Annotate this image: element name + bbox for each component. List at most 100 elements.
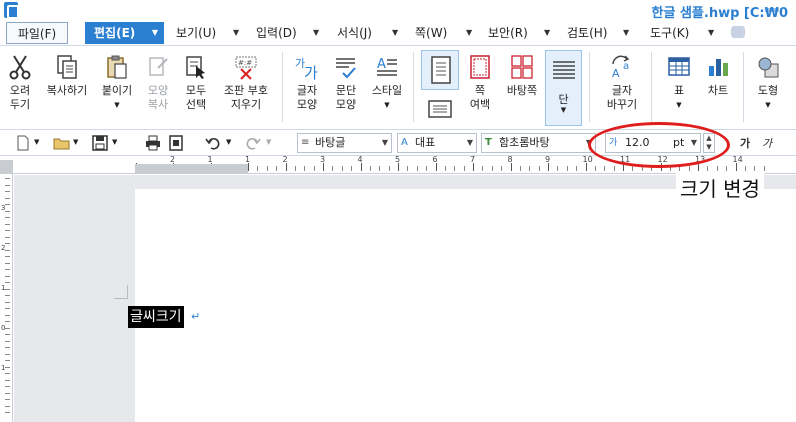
hwp-logo-icon[interactable] [4, 2, 19, 19]
ruler-tick [5, 334, 10, 335]
menu-view[interactable]: 보기(U) [176, 22, 216, 44]
select-all-button[interactable]: 모두 선택 [178, 50, 214, 126]
ruler-tick [473, 163, 474, 171]
chevron-down-icon[interactable]: ▼ [313, 22, 319, 44]
chevron-down-icon[interactable]: ▼ [73, 138, 78, 146]
ruler-tick [5, 412, 10, 413]
menu-format[interactable]: 서식(J) [337, 22, 372, 44]
ruler-tick [435, 163, 437, 171]
menu-tools[interactable]: 도구(K) [650, 22, 689, 44]
page-margin-label-2: 여백 [469, 98, 491, 111]
menu-review[interactable]: 검토(H) [567, 22, 607, 44]
ruler-tick [5, 275, 10, 277]
ruler-tick [426, 166, 428, 171]
menu-input[interactable]: 입력(D) [256, 22, 297, 44]
chevron-down-icon[interactable]: ▼ [750, 98, 786, 112]
document-area[interactable]: 글씨크기 ↵ [14, 175, 796, 422]
chevron-down-icon[interactable]: ▼ [661, 98, 697, 112]
chevron-down-icon[interactable]: ▼ [544, 22, 550, 44]
ruler-tick [5, 308, 10, 309]
ribbon-divider [743, 52, 744, 122]
menu-file[interactable]: 파일(F) [6, 22, 68, 44]
ruler-tick [5, 386, 10, 387]
shape-button[interactable]: 도형 ▼ [750, 50, 786, 126]
ruler-left-margin [135, 164, 248, 174]
erase-codes-label-2: 지우기 [230, 98, 262, 111]
landscape-page-icon [428, 100, 452, 118]
cut-button[interactable]: 오려 두기 [2, 50, 38, 126]
char-shape-button[interactable]: 가 가 글자 모양 [288, 50, 326, 126]
ribbon-toggle-icon[interactable] [731, 26, 745, 38]
menu-edit[interactable]: 편집(E) ▼ [85, 22, 164, 44]
ruler-tick [266, 166, 268, 171]
ruler-tick [5, 230, 10, 231]
font-select[interactable]: T 함초롬바탕 ▼ [481, 133, 596, 153]
ruler-tick [369, 166, 371, 171]
style-button[interactable]: A 스타일 ▼ [366, 50, 408, 126]
chevron-down-icon[interactable]: ▼ [233, 22, 239, 44]
chevron-down-icon[interactable]: ▼ [546, 106, 581, 114]
page-view-button[interactable] [421, 50, 459, 90]
language-icon: A [401, 137, 408, 148]
menu-page[interactable]: 쪽(W) [415, 22, 447, 44]
table-button[interactable]: 표 ▼ [661, 50, 697, 126]
change-char-button[interactable]: A a 글자 바꾸기 [600, 50, 644, 126]
italic-button[interactable]: 가 [762, 135, 772, 151]
ruler-tick [276, 166, 278, 171]
vertical-ruler[interactable]: 3 2 1 0 1 [0, 160, 13, 422]
open-folder-icon[interactable] [53, 135, 71, 151]
copy-button[interactable]: 복사하기 [40, 50, 94, 126]
language-select[interactable]: A 대표 ▼ [397, 133, 477, 153]
selected-text[interactable]: 글씨크기 [128, 306, 184, 328]
svg-text:A: A [612, 67, 620, 80]
chevron-down-icon[interactable]: ▼ [34, 138, 39, 146]
para-shape-icon [336, 58, 356, 79]
chevron-down-icon[interactable]: ▼ [623, 22, 629, 44]
chevron-down-icon[interactable]: ▼ [708, 22, 714, 44]
paste-button[interactable]: 붙이기 ▼ [99, 50, 135, 126]
para-shape-button[interactable]: 문단 모양 [327, 50, 365, 126]
shape-label: 도형 [757, 84, 779, 97]
ruler-tick [5, 399, 10, 400]
chevron-down-icon[interactable]: ▼ [466, 22, 472, 44]
ruler-corner [0, 156, 135, 174]
vertical-ruler-margin [0, 160, 13, 174]
style-select[interactable]: ≡ 바탕글 ▼ [297, 133, 392, 153]
erase-codes-button[interactable]: #:# 조판 부호 지우기 [216, 50, 276, 126]
ruler-label: 3 [320, 155, 326, 164]
page-margin-button[interactable]: 쪽 여백 [461, 50, 499, 126]
bold-button[interactable]: 가 [740, 135, 750, 151]
para-shape-label-1: 문단 [335, 84, 357, 97]
chevron-down-icon: ▼ [151, 28, 158, 37]
format-copy-button[interactable]: 모양 복사 [140, 50, 176, 126]
ruler-tick [5, 353, 10, 355]
ruler-tick [5, 249, 10, 251]
document-page[interactable] [135, 189, 796, 422]
copy-label: 복사하기 [46, 84, 88, 97]
print-preview-icon[interactable] [168, 135, 184, 151]
chevron-down-icon[interactable]: ▼ [366, 98, 408, 112]
chevron-down-icon[interactable]: ▼ [99, 98, 135, 112]
ruler-tick [332, 166, 334, 171]
chevron-down-icon[interactable]: ▼ [392, 22, 398, 44]
new-document-icon[interactable] [16, 135, 30, 151]
redo-icon[interactable] [245, 135, 261, 151]
save-icon[interactable] [92, 135, 108, 151]
chart-button[interactable]: 차트 [700, 50, 736, 126]
landscape-view-button[interactable] [421, 98, 459, 120]
column-button[interactable]: 단 ▼ [545, 50, 582, 126]
menu-security[interactable]: 보안(R) [488, 22, 528, 44]
undo-icon[interactable] [205, 135, 221, 151]
style-select-value: 바탕글 [315, 136, 346, 149]
chevron-down-icon[interactable]: ▼ [226, 138, 231, 146]
bar-chart-icon [709, 59, 728, 76]
font-icon: T [485, 137, 492, 148]
ruler-tick [379, 166, 381, 171]
background-page-button[interactable]: 바탕쪽 [501, 50, 543, 126]
print-icon[interactable] [145, 135, 161, 151]
ruler-tick [463, 166, 465, 171]
ruler-label: 4 [357, 155, 363, 164]
chevron-down-icon[interactable]: ▼ [112, 138, 117, 146]
chevron-down-icon[interactable]: ▼ [266, 138, 271, 146]
ribbon-toolbar: 오려 두기 복사하기 붙이기 ▼ 모양 복사 모두 선택 #:# 조판 부호 지… [0, 46, 796, 130]
